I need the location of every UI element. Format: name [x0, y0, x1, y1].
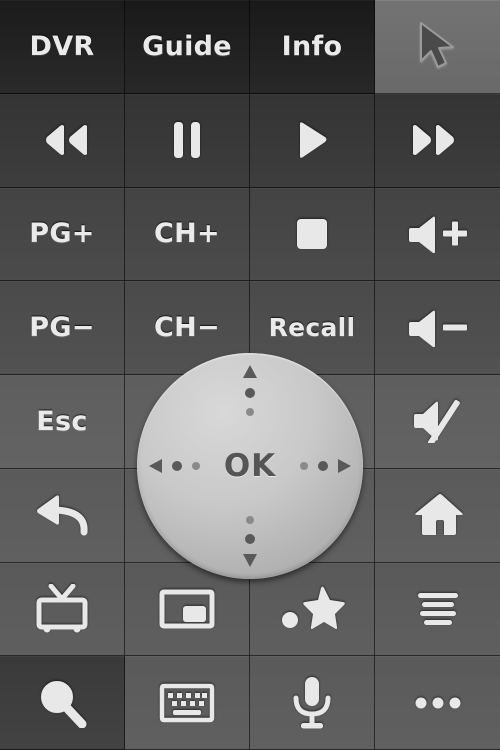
- volume-up-icon: [408, 216, 467, 253]
- page-up-label: PG+: [29, 218, 95, 250]
- stop-icon: [297, 218, 327, 249]
- channel-down-label: CH−: [154, 312, 220, 344]
- search-icon: [41, 680, 87, 728]
- star-record-icon: [282, 586, 345, 629]
- dvr-button[interactable]: DVR: [0, 0, 125, 94]
- more-dots-icon: [415, 697, 460, 709]
- page-up-button[interactable]: PG+: [0, 187, 125, 282]
- pause-icon: [174, 122, 200, 159]
- dpad-right-button[interactable]: [297, 435, 359, 497]
- info-button[interactable]: Info: [250, 0, 375, 94]
- keyboard-button[interactable]: [125, 656, 250, 750]
- dpad-down-button[interactable]: [212, 513, 274, 575]
- menu-button[interactable]: [375, 562, 500, 657]
- escape-label: Esc: [36, 405, 88, 437]
- favorite-record-button[interactable]: [250, 562, 375, 657]
- volume-up-button[interactable]: [375, 187, 500, 282]
- keyboard-icon: [159, 683, 215, 722]
- volume-down-button[interactable]: [375, 281, 500, 375]
- recall-label: Recall: [268, 313, 356, 343]
- escape-button[interactable]: Esc: [0, 375, 125, 469]
- pip-icon: [159, 589, 215, 629]
- channel-up-label: CH+: [154, 218, 220, 250]
- volume-down-icon: [408, 310, 467, 347]
- dpad-left-button[interactable]: [141, 435, 203, 497]
- back-button[interactable]: [0, 468, 125, 563]
- page-down-button[interactable]: PG−: [0, 281, 125, 375]
- cursor-mode-button[interactable]: [375, 0, 500, 94]
- mute-button[interactable]: [375, 375, 500, 469]
- menu-list-icon: [417, 592, 458, 625]
- fast-forward-icon: [412, 125, 454, 156]
- tv-icon: [36, 583, 88, 633]
- dpad-up-button[interactable]: [212, 357, 274, 419]
- fast-forward-button[interactable]: [375, 93, 500, 188]
- home-icon: [414, 494, 463, 536]
- more-button[interactable]: [375, 656, 500, 750]
- remote-control-panel: DVR Guide Info PG+ CH+ PG− CH− Recall Es…: [0, 0, 500, 750]
- picture-in-picture-button[interactable]: [125, 562, 250, 657]
- guide-button[interactable]: Guide: [125, 0, 250, 94]
- microphone-button[interactable]: [250, 656, 375, 750]
- pause-button[interactable]: [125, 93, 250, 188]
- dvr-label: DVR: [29, 30, 95, 62]
- guide-label: Guide: [142, 30, 232, 62]
- channel-up-button[interactable]: CH+: [125, 187, 250, 282]
- tv-button[interactable]: [0, 562, 125, 657]
- stop-button[interactable]: [250, 187, 375, 282]
- mute-icon: [413, 400, 460, 444]
- rewind-icon: [46, 125, 87, 156]
- microphone-icon: [293, 676, 331, 729]
- info-label: Info: [281, 30, 343, 62]
- cursor-icon: [419, 22, 454, 69]
- rewind-button[interactable]: [0, 93, 125, 188]
- play-icon: [300, 122, 327, 158]
- back-arrow-icon: [37, 495, 88, 536]
- page-down-label: PG−: [29, 312, 95, 344]
- play-button[interactable]: [250, 93, 375, 188]
- home-button[interactable]: [375, 468, 500, 563]
- search-button[interactable]: [0, 656, 125, 750]
